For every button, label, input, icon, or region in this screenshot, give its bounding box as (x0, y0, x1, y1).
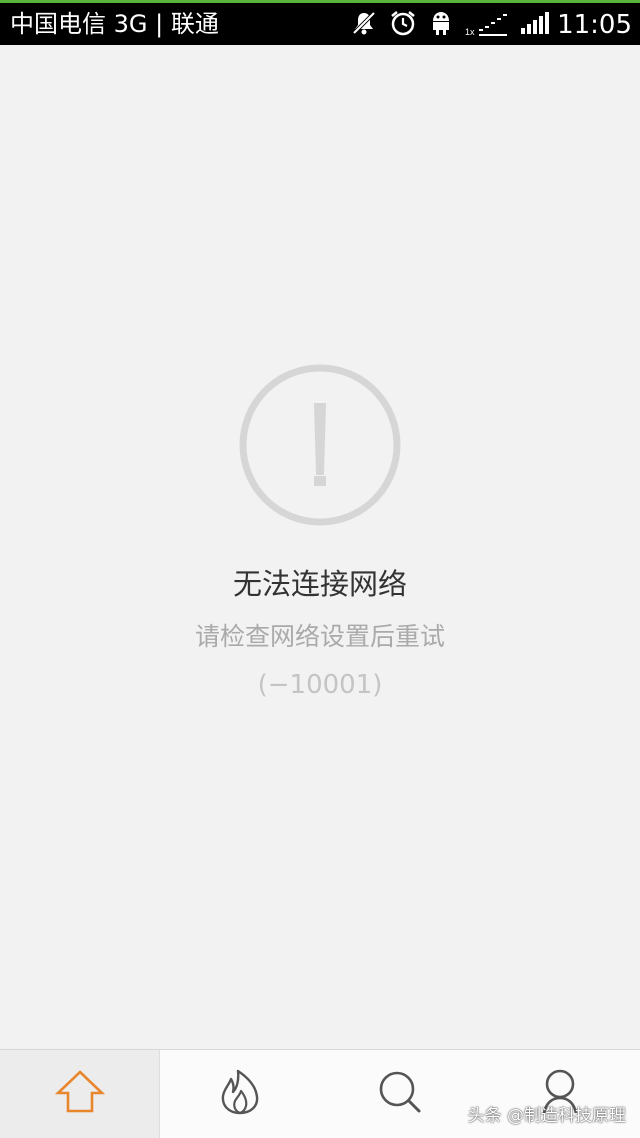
signal-icon (521, 10, 551, 40)
alert-circle-icon (238, 363, 402, 527)
status-bar: 中国电信 3G | 联通 1x 11:05 (0, 0, 640, 45)
usb-debug-icon (429, 9, 453, 41)
error-message: 请检查网络设置后重试 (194, 622, 445, 651)
app-screen: 中国电信 3G | 联通 1x 11:05 无法连接网络 请检查网络设置后重试 … (0, 0, 640, 1138)
error-code: (−10001) (257, 670, 383, 700)
tab-search[interactable] (320, 1050, 480, 1138)
tab-home[interactable] (0, 1050, 160, 1138)
mute-icon (351, 10, 377, 40)
tab-hot[interactable] (160, 1050, 320, 1138)
hot-icon (218, 1068, 262, 1120)
status-icons: 1x 11:05 (339, 8, 632, 42)
carrier-label: 中国电信 3G | 联通 (10, 10, 219, 38)
data-signal-icon: 1x (465, 9, 509, 41)
svg-text:1x: 1x (465, 27, 475, 37)
search-icon (377, 1069, 423, 1119)
error-title: 无法连接网络 (232, 567, 407, 601)
alarm-icon (389, 9, 417, 41)
watermark-label: 头条 @制造科技原理 (467, 1106, 626, 1126)
status-clock: 11:05 (557, 10, 632, 40)
home-icon (54, 1069, 105, 1119)
